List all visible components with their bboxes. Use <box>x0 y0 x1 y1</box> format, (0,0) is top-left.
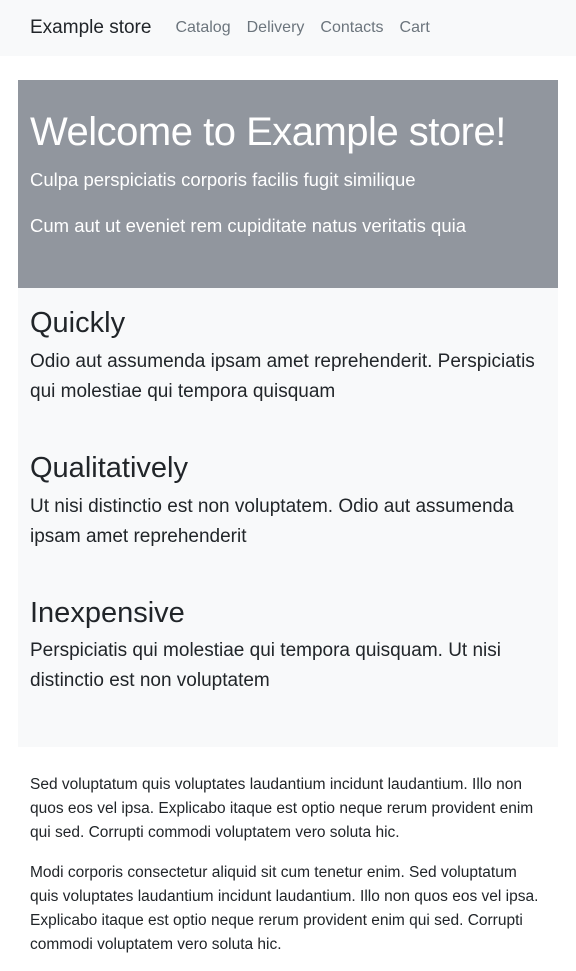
hero-title: Welcome to Example store! <box>30 110 506 154</box>
nav-link-catalog[interactable]: Catalog <box>175 19 230 37</box>
feature-qualitatively: Qualitatively Ut nisi distinctio est non… <box>30 451 546 552</box>
feature-text: Perspiciatis qui molestiae qui tempora q… <box>30 640 501 692</box>
feature-inexpensive: Inexpensive Perspiciatis qui molestiae q… <box>30 596 546 697</box>
hero-banner: Welcome to Example store! Culpa perspici… <box>18 80 558 288</box>
feature-text: Ut nisi distinctio est non voluptatem. O… <box>30 495 514 547</box>
nav-link-cart[interactable]: Cart <box>400 19 430 37</box>
feature-text: Odio aut assumenda ipsam amet reprehende… <box>30 350 535 402</box>
brand-link[interactable]: Example store <box>30 17 151 39</box>
feature-quickly: Quickly Odio aut assumenda ipsam amet re… <box>30 306 546 407</box>
nav-links: Catalog Delivery Contacts Cart <box>175 19 429 37</box>
nav-link-contacts[interactable]: Contacts <box>320 19 383 37</box>
feature-title: Quickly <box>30 307 126 339</box>
content-paragraph: Sed voluptatum quis voluptates laudantiu… <box>30 776 534 841</box>
features-section: Quickly Odio aut assumenda ipsam amet re… <box>18 288 558 747</box>
content-section: Sed voluptatum quis voluptates laudantiu… <box>0 747 576 957</box>
hero-line: Cum aut ut eveniet rem cupiditate natus … <box>30 215 467 237</box>
navbar: Example store Catalog Delivery Contacts … <box>0 0 576 56</box>
content-paragraph: Modi corporis consectetur aliquid sit cu… <box>30 864 539 953</box>
feature-title: Qualitatively <box>30 451 188 484</box>
feature-title: Inexpensive <box>30 596 185 629</box>
hero-line: Culpa perspiciatis corporis facilis fugi… <box>30 169 416 190</box>
nav-link-delivery[interactable]: Delivery <box>247 19 305 37</box>
